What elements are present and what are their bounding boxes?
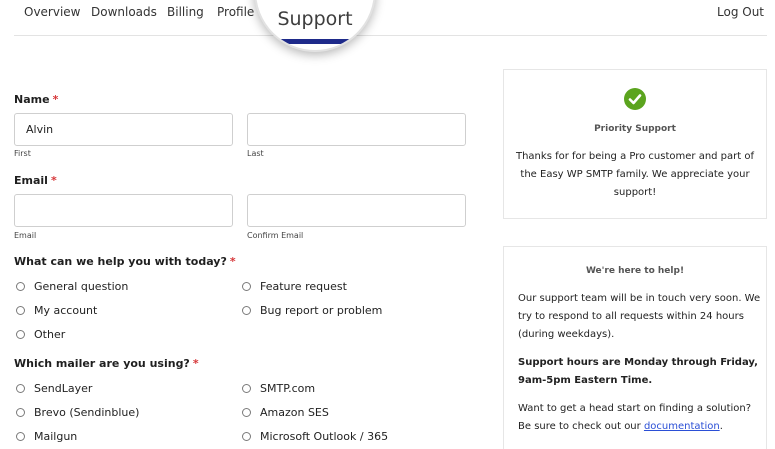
radio-circle-icon [242,431,251,441]
nav-profile[interactable]: Profile [217,5,254,19]
first-name-input[interactable] [14,113,233,146]
radio-circle-icon [242,281,251,291]
required-mark: * [229,255,236,268]
confirm-email-sublabel: Confirm Email [247,231,304,240]
nav-billing[interactable]: Billing [167,5,204,19]
radio-microsoft-outlook[interactable]: Microsoft Outlook / 365 [242,429,388,443]
radio-circle-icon [16,305,25,315]
priority-support-title: Priority Support [594,124,676,134]
radio-brevo[interactable]: Brevo (Sendinblue) [16,405,139,419]
confirm-email-input[interactable] [247,194,466,227]
name-label-text: Name [14,93,50,106]
radio-feature-request[interactable]: Feature request [242,279,347,293]
help-card-response-text: Our support team will be in touch very s… [518,293,761,340]
radio-circle-icon [16,383,25,393]
email-input[interactable] [14,194,233,227]
active-tab-indicator [256,39,374,44]
radio-circle-icon [242,407,251,417]
nav-support-tab[interactable]: Support [256,8,374,30]
radio-mailgun[interactable]: Mailgun [16,429,77,443]
radio-other[interactable]: Other [16,327,65,341]
last-name-input[interactable] [247,113,466,146]
email-label: Email * [14,174,57,187]
email-label-text: Email [14,174,48,187]
help-card-docs-text: Want to get a head start on finding a so… [518,403,752,432]
radio-amazon-ses[interactable]: Amazon SES [242,405,329,419]
radio-circle-icon [16,281,25,291]
required-mark: * [192,357,199,370]
magnifier-callout: Support [254,0,376,52]
radio-circle-icon [16,329,25,339]
radio-circle-icon [242,305,251,315]
help-info-card: We're here to help! Our support team wil… [503,246,767,449]
radio-general-question[interactable]: General question [16,279,128,293]
last-name-sublabel: Last [247,149,264,158]
radio-bug-report[interactable]: Bug report or problem [242,303,382,317]
logout-link[interactable]: Log Out [717,5,764,19]
help-card-hours: Support hours are Monday through Friday,… [518,357,758,386]
first-name-sublabel: First [14,149,31,158]
mailer-question-text: Which mailer are you using? [14,357,190,370]
radio-circle-icon [16,431,25,441]
required-mark: * [52,93,59,106]
radio-circle-icon [16,407,25,417]
checkmark-circle-icon [624,88,646,110]
nav-divider [14,35,767,36]
nav-overview[interactable]: Overview [24,5,81,19]
required-mark: * [50,174,57,187]
radio-circle-icon [242,383,251,393]
email-sublabel: Email [14,231,37,240]
nav-downloads[interactable]: Downloads [91,5,157,19]
documentation-link[interactable]: documentation [644,421,720,432]
radio-sendlayer[interactable]: SendLayer [16,381,92,395]
priority-support-message: Thanks for for being a Pro customer and … [515,151,755,198]
name-label: Name * [14,93,58,106]
top-nav: Overview Downloads Billing Profile Log O… [0,0,775,36]
help-question-text: What can we help you with today? [14,255,227,268]
help-card-title: We're here to help! [585,266,685,276]
help-question-label: What can we help you with today? * [14,255,236,268]
radio-smtp-com[interactable]: SMTP.com [242,381,315,395]
radio-my-account[interactable]: My account [16,303,97,317]
priority-support-card: Priority Support Thanks for for being a … [503,69,767,219]
mailer-question-label: Which mailer are you using? * [14,357,199,370]
